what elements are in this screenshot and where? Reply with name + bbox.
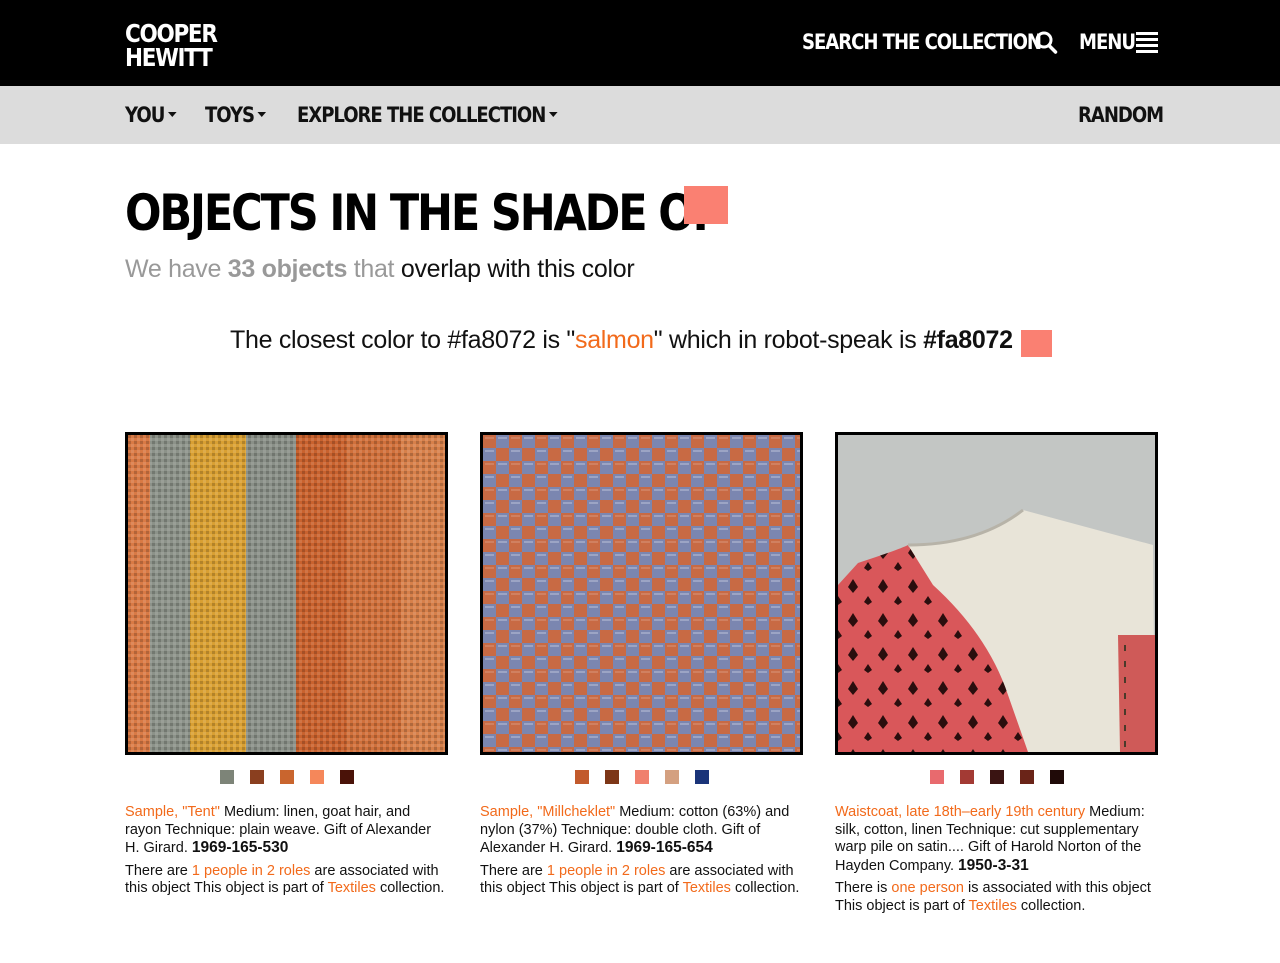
color-swatches	[125, 770, 448, 784]
nav-you-label: YOU	[125, 103, 165, 127]
collection-suffix: collection.	[1016, 897, 1086, 914]
search-icon[interactable]	[1034, 31, 1058, 55]
color-swatch[interactable]	[959, 770, 974, 784]
color-swatch[interactable]	[989, 770, 1004, 784]
chevron-down-icon	[167, 111, 177, 117]
nav-random[interactable]: RANDOM	[1078, 103, 1164, 127]
search-collection-link[interactable]: SEARCH THE COLLECTION	[802, 30, 1042, 54]
tent-textile-image	[128, 435, 445, 752]
object-image-millcheklet[interactable]	[480, 432, 803, 755]
chevron-down-icon	[257, 111, 267, 117]
object-image-tent[interactable]	[125, 432, 448, 755]
collection-suffix: collection.	[730, 880, 800, 896]
object-title-link[interactable]: Sample, "Millcheklet"	[480, 804, 615, 820]
color-swatch[interactable]	[574, 770, 589, 784]
color-name-link[interactable]: salmon	[575, 326, 654, 354]
collection-link[interactable]: Textiles	[683, 880, 731, 896]
color-swatch[interactable]	[279, 770, 294, 784]
collection-link[interactable]: Textiles	[969, 898, 1017, 914]
waistcoat-image	[838, 435, 1155, 752]
color-swatch[interactable]	[1019, 770, 1034, 784]
object-description: Sample, "Tent" Medium: linen, goat hair,…	[125, 804, 448, 858]
object-people: There are 1 people in 2 roles are associ…	[480, 863, 803, 898]
object-title-link[interactable]: Waistcoat, late 18th–early 19th century	[835, 804, 1085, 820]
nav-explore-label: EXPLORE THE COLLECTION	[297, 103, 546, 127]
shade-swatch	[684, 186, 728, 224]
color-swatch[interactable]	[339, 770, 354, 784]
collection-suffix: collection.	[375, 880, 445, 896]
object-people: There is one person is associated with t…	[835, 880, 1158, 915]
color-swatch[interactable]	[664, 770, 679, 784]
top-bar: COOPER HEWITT SEARCH THE COLLECTION MENU	[0, 0, 1280, 86]
cooper-hewitt-logo[interactable]: COOPER HEWITT	[125, 21, 218, 72]
object-card: Waistcoat, late 18th–early 19th century …	[835, 432, 1158, 915]
accession-number: 1969-165-530	[191, 839, 289, 856]
object-card: Sample, "Millcheklet" Medium: cotton (63…	[480, 432, 803, 898]
color-swatch[interactable]	[634, 770, 649, 784]
object-image-waistcoat[interactable]	[835, 432, 1158, 755]
people-prefix: There is	[835, 880, 892, 896]
object-description: Waistcoat, late 18th–early 19th century …	[835, 804, 1158, 875]
nav-explore-collection[interactable]: EXPLORE THE COLLECTION	[297, 103, 558, 127]
object-title-link[interactable]: Sample, "Tent"	[125, 804, 220, 820]
object-card: Sample, "Tent" Medium: linen, goat hair,…	[125, 432, 448, 898]
nav-toys[interactable]: TOYS	[205, 103, 267, 127]
color-swatch[interactable]	[309, 770, 324, 784]
people-prefix: There are	[480, 862, 547, 879]
color-swatch[interactable]	[219, 770, 234, 784]
summary-middle: that	[353, 255, 395, 283]
object-people: There are 1 people in 2 roles are associ…	[125, 863, 448, 898]
nav-toys-label: TOYS	[205, 103, 255, 127]
object-count-summary: We have 33 objects that overlap with thi…	[125, 255, 635, 284]
color-swatch[interactable]	[694, 770, 709, 784]
color-swatches	[480, 770, 803, 784]
closest-color-swatch	[1021, 330, 1052, 357]
nav-you[interactable]: YOU	[125, 103, 177, 127]
people-link[interactable]: 1 people in 2 roles	[192, 863, 311, 879]
color-swatch[interactable]	[929, 770, 944, 784]
page-title: OBJECTS IN THE SHADE OF	[125, 184, 722, 242]
accession-number: 1969-165-654	[616, 839, 713, 856]
collection-link[interactable]: Textiles	[328, 880, 376, 896]
accession-number: 1950-3-31	[958, 856, 1029, 874]
closest-middle: " which in robot-speak is	[653, 326, 917, 354]
closest-color-text: The closest color to #fa8072 is "salmon"…	[230, 326, 1013, 355]
summary-suffix: overlap with this color	[400, 255, 635, 283]
color-swatches	[835, 770, 1158, 784]
people-link[interactable]: one person	[891, 880, 964, 896]
millcheklet-textile-image	[483, 435, 800, 752]
summary-prefix: We have	[125, 255, 222, 283]
object-count: 33 objects	[227, 255, 348, 283]
sub-navigation: YOU TOYS EXPLORE THE COLLECTION RANDOM	[0, 86, 1280, 144]
object-description: Sample, "Millcheklet" Medium: cotton (63…	[480, 804, 803, 858]
robot-hex: #fa8072	[923, 326, 1013, 354]
color-swatch[interactable]	[1049, 770, 1064, 784]
color-swatch[interactable]	[604, 770, 619, 784]
hamburger-icon[interactable]	[1136, 32, 1158, 53]
closest-prefix: The closest color to #fa8072 is "	[230, 326, 575, 354]
logo-line-2: HEWITT	[125, 43, 213, 72]
chevron-down-icon	[548, 111, 558, 117]
menu-link[interactable]: MENU	[1079, 30, 1136, 54]
people-prefix: There are	[125, 862, 192, 879]
people-link[interactable]: 1 people in 2 roles	[547, 863, 666, 879]
color-swatch[interactable]	[249, 770, 264, 784]
